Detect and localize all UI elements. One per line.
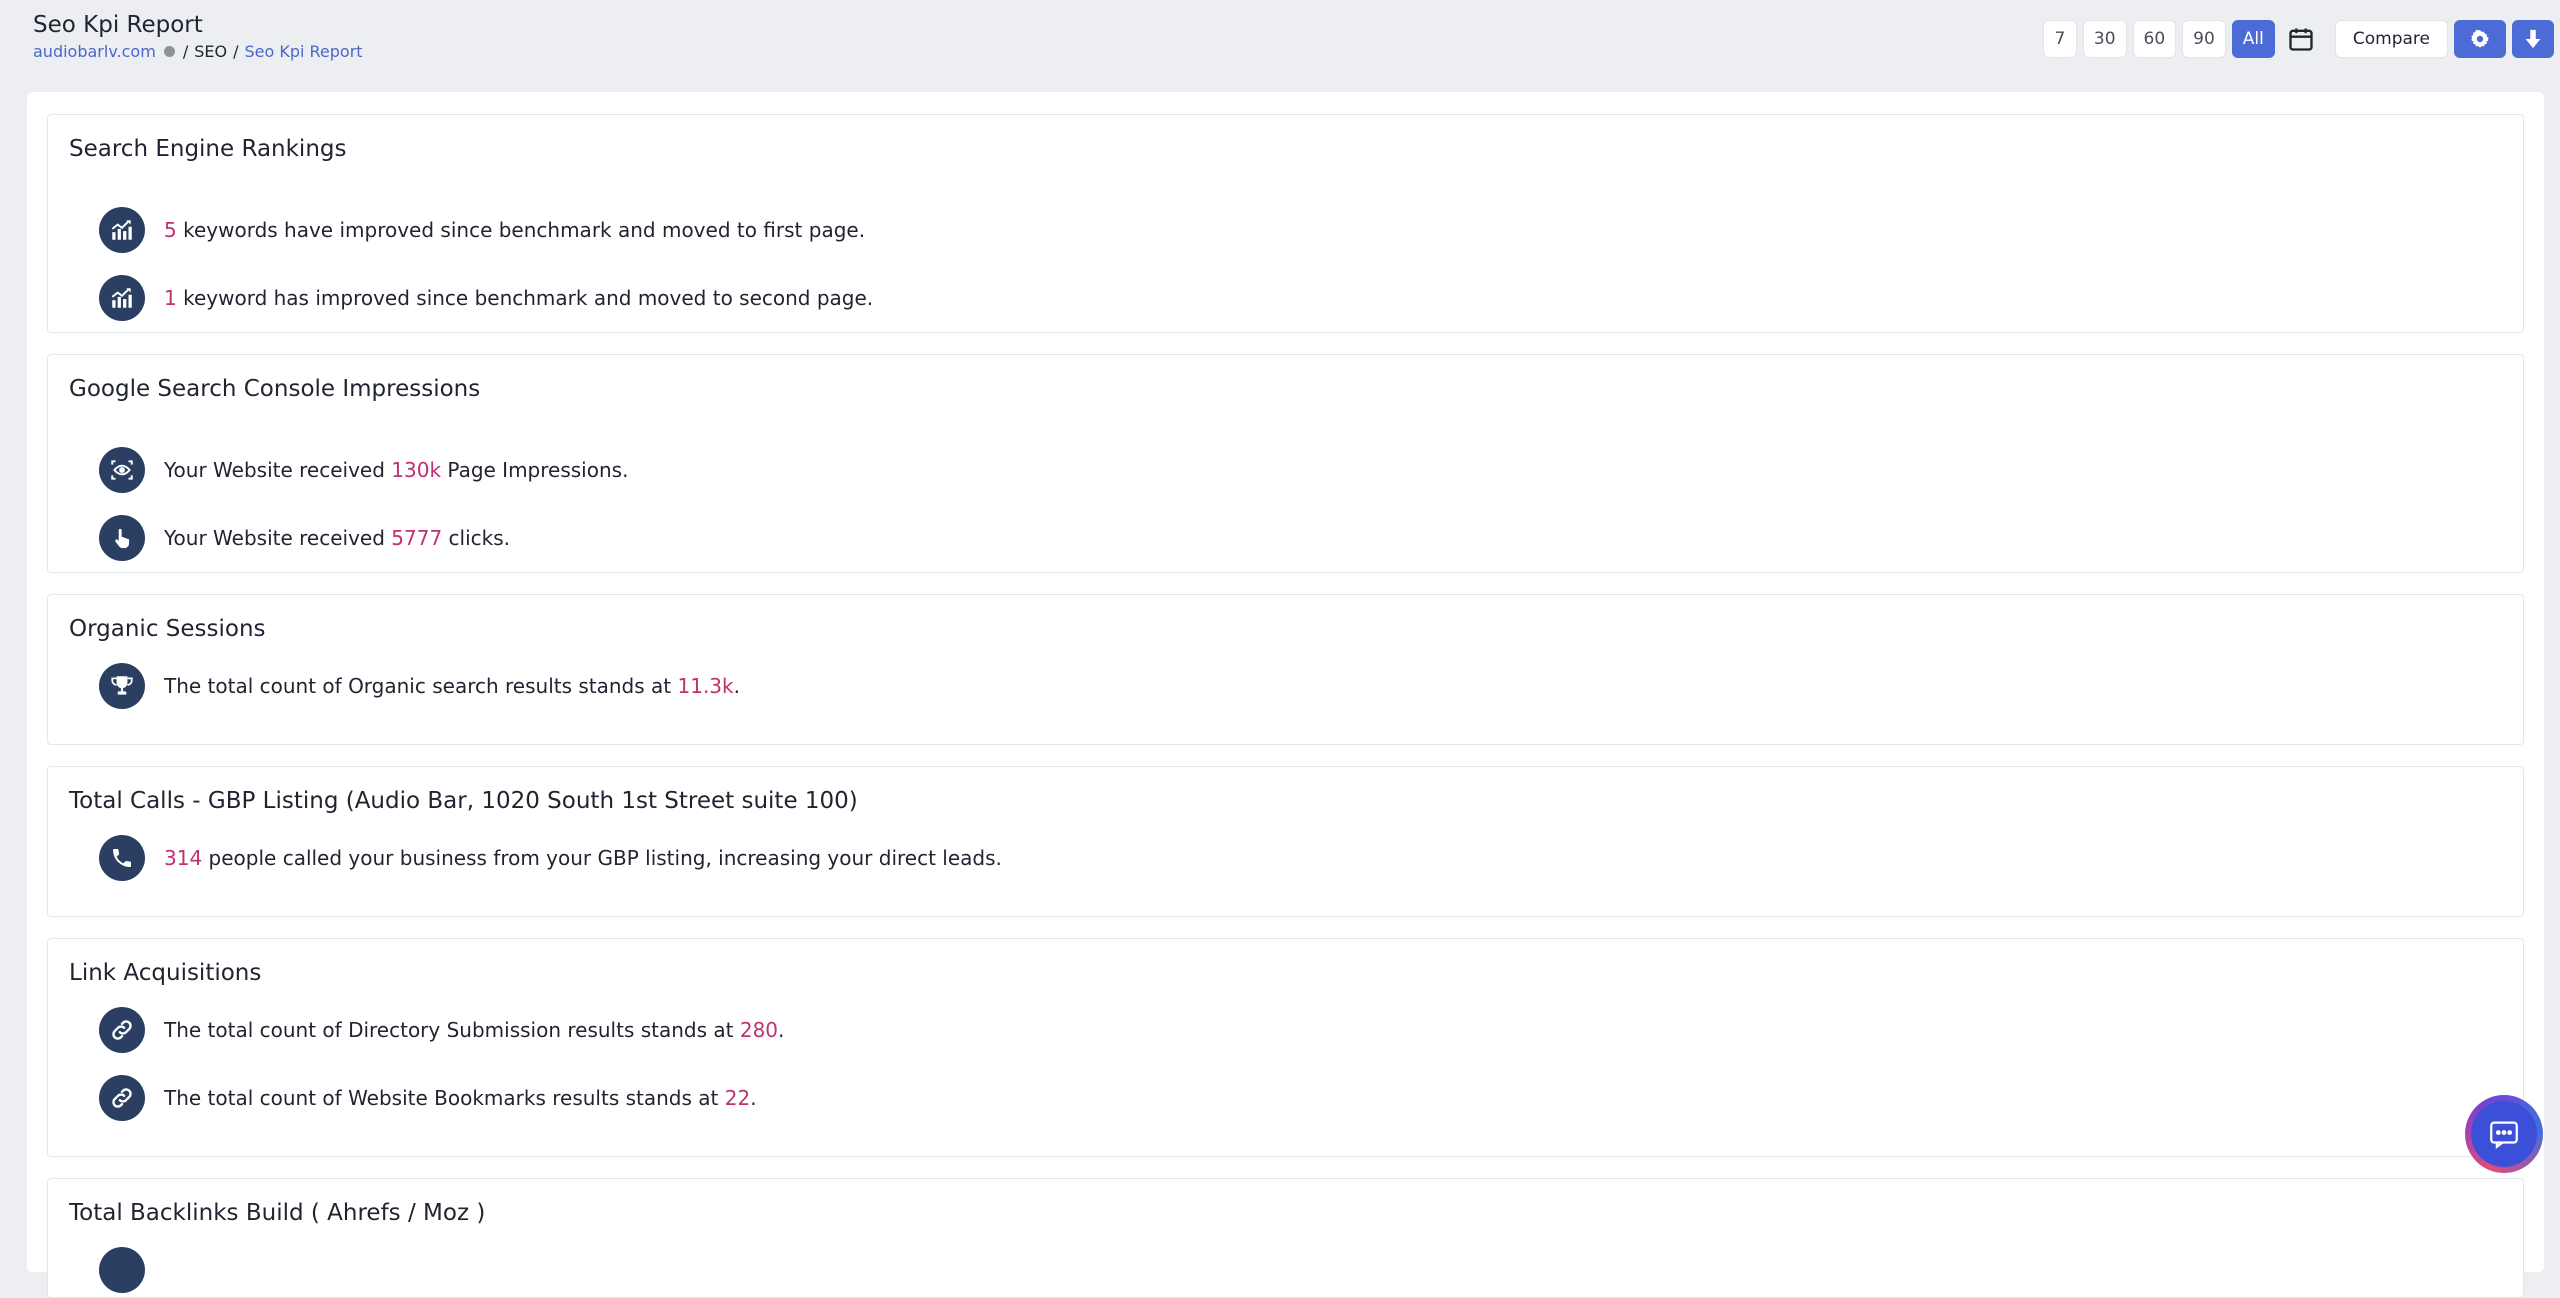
row-text: The total count of Organic search result… xyxy=(164,674,740,698)
calendar-button[interactable] xyxy=(2281,20,2321,58)
card-organic-sessions: Organic Sessions The total count of Orga… xyxy=(47,594,2524,745)
list-item xyxy=(99,1247,145,1293)
page-header: Seo Kpi Report audiobarlv.com / SEO / Se… xyxy=(0,0,2560,72)
card-title: Organic Sessions xyxy=(69,616,266,642)
list-item: 5 keywords have improved since benchmark… xyxy=(99,207,865,253)
card-title: Search Engine Rankings xyxy=(69,136,347,162)
breadcrumb-site-link[interactable]: audiobarlv.com xyxy=(33,42,156,61)
card-title: Link Acquisitions xyxy=(69,960,262,986)
arrow-down-icon xyxy=(2525,29,2541,49)
chart-trend-icon xyxy=(99,207,145,253)
row-text: 5 keywords have improved since benchmark… xyxy=(164,218,866,242)
breadcrumb-separator: / xyxy=(233,42,239,61)
range-7-button[interactable]: 7 xyxy=(2042,20,2077,58)
download-button[interactable] xyxy=(2512,20,2554,58)
chat-bubble-icon xyxy=(2490,1121,2518,1150)
card-search-engine-rankings: Search Engine Rankings 5 keywords have i… xyxy=(47,114,2524,333)
phone-icon xyxy=(99,835,145,881)
breadcrumb-section[interactable]: SEO xyxy=(194,42,227,61)
calendar-icon xyxy=(2289,28,2313,51)
report-content: Search Engine Rankings 5 keywords have i… xyxy=(27,92,2544,1298)
trophy-icon xyxy=(99,663,145,709)
link-icon xyxy=(99,1075,145,1121)
row-text: The total count of Website Bookmarks res… xyxy=(164,1086,757,1110)
card-title: Google Search Console Impressions xyxy=(69,376,481,402)
page-title: Seo Kpi Report xyxy=(33,12,203,38)
range-60-button[interactable]: 60 xyxy=(2132,20,2177,58)
link-icon xyxy=(99,1247,145,1293)
eye-scan-icon xyxy=(99,447,145,493)
list-item: The total count of Website Bookmarks res… xyxy=(99,1075,757,1121)
list-item: The total count of Organic search result… xyxy=(99,663,740,709)
range-30-button[interactable]: 30 xyxy=(2082,20,2127,58)
row-text: The total count of Directory Submission … xyxy=(164,1018,785,1042)
row-text: Your Website received 5777 clicks. xyxy=(164,526,511,550)
list-item: The total count of Directory Submission … xyxy=(99,1007,784,1053)
breadcrumb-separator: / xyxy=(182,42,189,61)
list-item: 314 people called your business from you… xyxy=(99,835,1002,881)
chart-trend-icon xyxy=(99,275,145,321)
card-total-backlinks: Total Backlinks Build ( Ahrefs / Moz ) xyxy=(47,1178,2524,1298)
card-title: Total Backlinks Build ( Ahrefs / Moz ) xyxy=(69,1200,486,1226)
compare-button[interactable]: Compare xyxy=(2334,20,2448,58)
list-item: Your Website received 130k Page Impressi… xyxy=(99,447,628,493)
settings-button[interactable] xyxy=(2454,20,2506,58)
toolbar: 7 30 60 90 All Compare xyxy=(2042,20,2554,58)
gear-icon xyxy=(2471,29,2489,48)
card-link-acquisitions: Link Acquisitions The total count of Dir… xyxy=(47,938,2524,1157)
row-text: 1 keyword has improved since benchmark a… xyxy=(164,286,874,310)
card-total-calls: Total Calls - GBP Listing (Audio Bar, 10… xyxy=(47,766,2524,917)
range-90-button[interactable]: 90 xyxy=(2182,20,2226,58)
breadcrumb-current[interactable]: Seo Kpi Report xyxy=(244,42,362,61)
breadcrumb: audiobarlv.com / SEO / Seo Kpi Report xyxy=(33,42,363,61)
row-text: 314 people called your business from you… xyxy=(164,846,1002,870)
row-text: Your Website received 130k Page Impressi… xyxy=(164,458,629,482)
list-item: Your Website received 5777 clicks. xyxy=(99,515,510,561)
list-item: 1 keyword has improved since benchmark a… xyxy=(99,275,873,321)
range-all-button[interactable]: All xyxy=(2231,20,2275,58)
card-title: Total Calls - GBP Listing (Audio Bar, 10… xyxy=(69,788,858,814)
chat-widget-button[interactable] xyxy=(2465,1095,2543,1173)
link-icon xyxy=(99,1007,145,1053)
site-status-dot xyxy=(163,46,175,57)
card-gsc-impressions: Google Search Console Impressions Your W… xyxy=(47,354,2524,573)
hand-pointer-icon xyxy=(99,515,145,561)
